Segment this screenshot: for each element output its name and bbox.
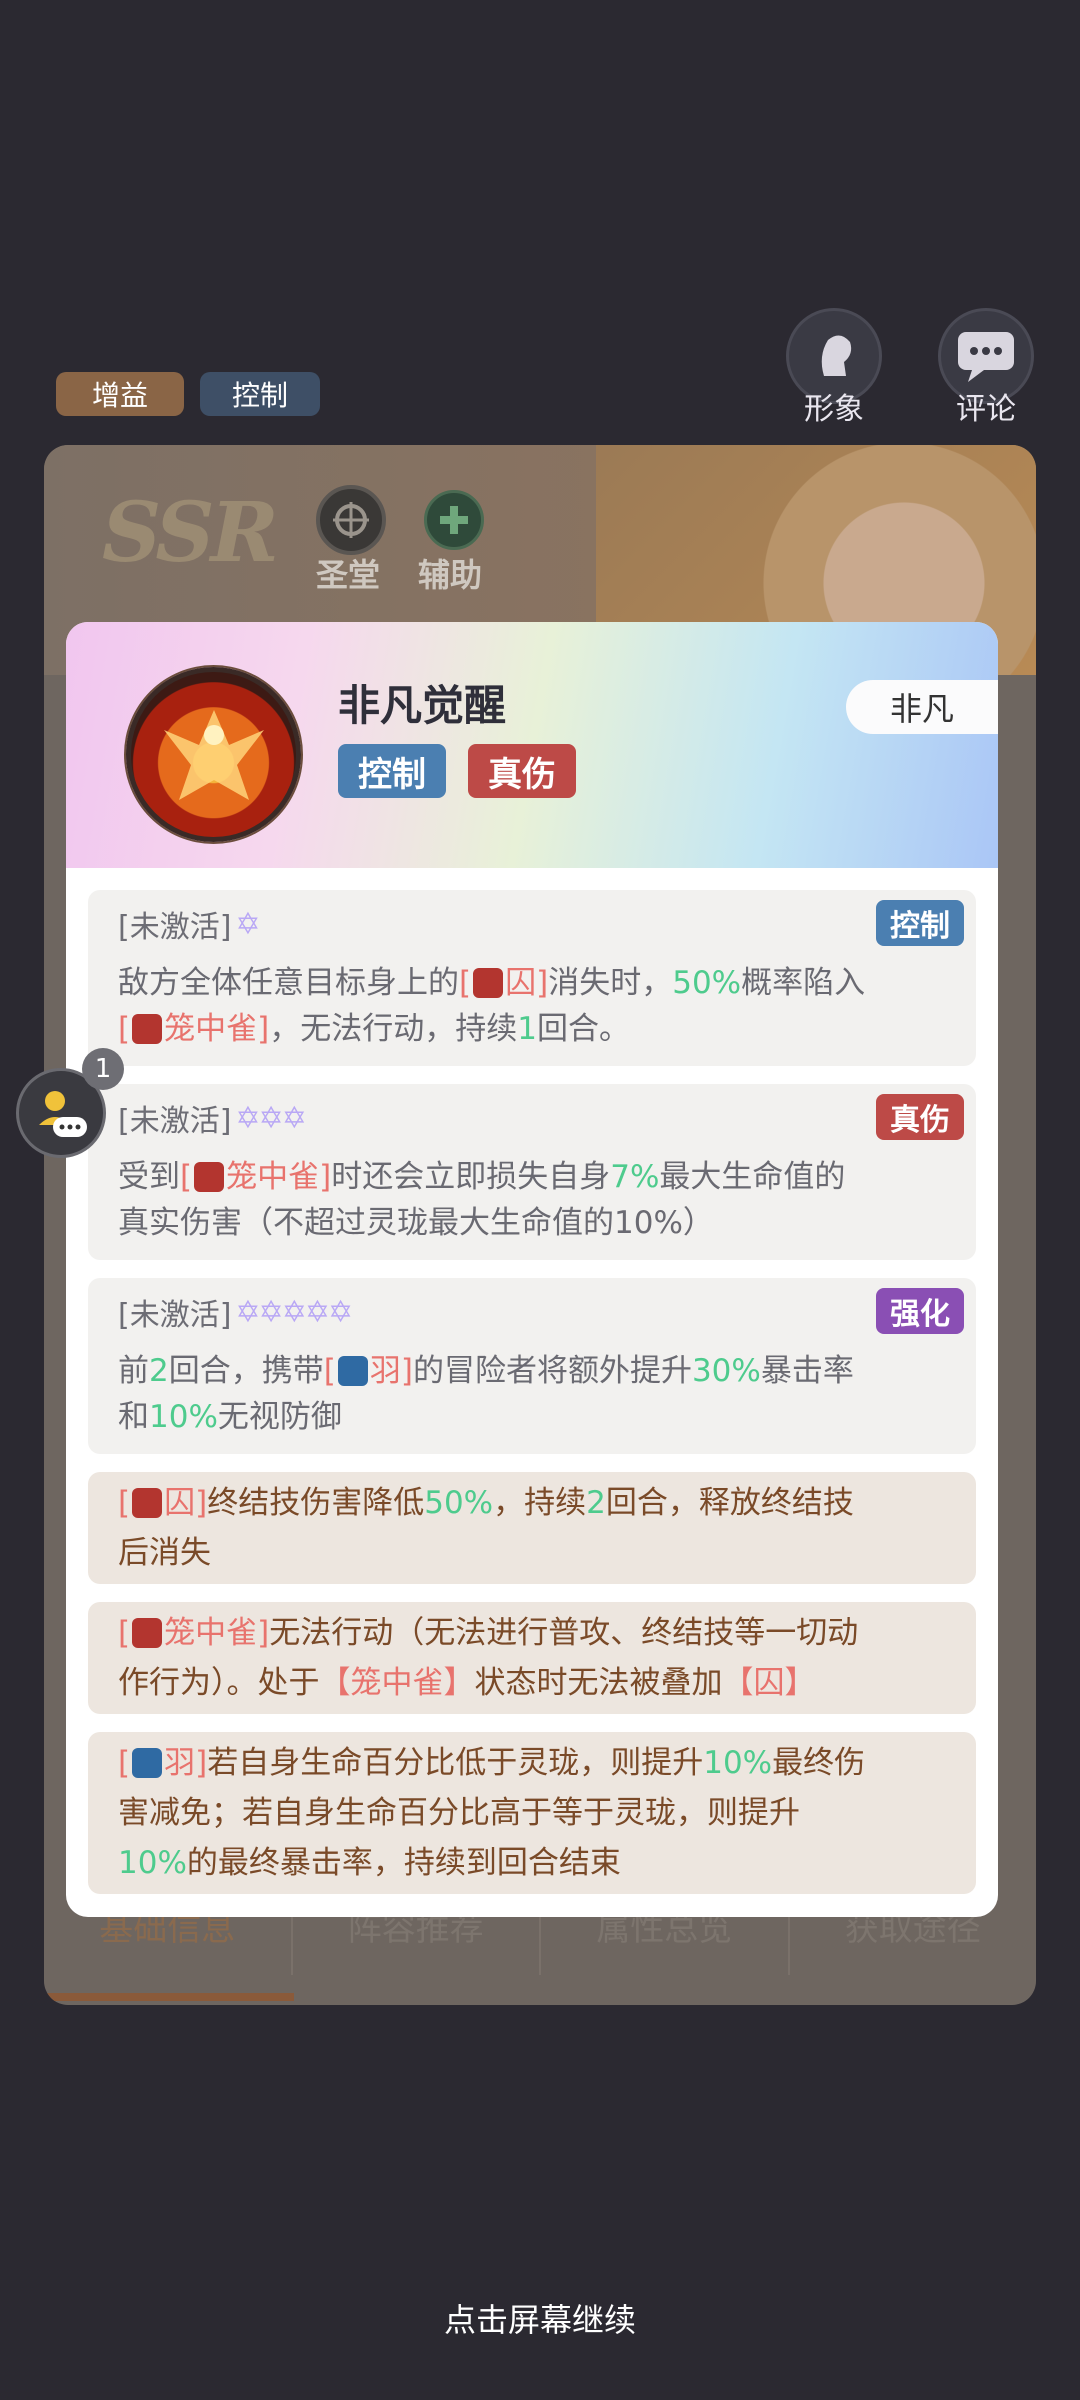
feather-icon [337, 1356, 368, 1386]
faction-label: 圣堂 [316, 556, 381, 594]
tier-tag: 真伤 [876, 1094, 964, 1140]
tier-description: 前2回合，携带[羽]的冒险者将额外提升30%暴击率 和10%无视防御 [118, 1353, 854, 1435]
role-label: 辅助 [418, 556, 483, 594]
faction-icon [316, 485, 386, 555]
comment-label: 评论 [956, 392, 1016, 427]
appearance-label: 形象 [804, 392, 864, 427]
continue-hint[interactable]: 点击屏幕继续 [0, 2295, 1080, 2341]
awakening-tier-3: [未激活] ✡✡✡✡✡ 强化 前2回合，携带[羽]的冒险者将额外提升30%暴击率… [88, 1278, 976, 1454]
rarity-logo: SSR [102, 485, 279, 581]
user-chat-icon [39, 1091, 87, 1137]
portrait-icon [821, 335, 852, 376]
note-text: [笼中雀]无法行动（无法进行普攻、终结技等一切动 作行为）。处于【笼中雀】状态时… [118, 1615, 859, 1701]
badge-true-damage: 真伤 [468, 744, 576, 798]
notification-badge: 1 [82, 1048, 124, 1090]
feather-icon [132, 1748, 163, 1778]
cage-icon [132, 1014, 163, 1044]
phoenix-icon [126, 667, 301, 842]
cage-icon [132, 1618, 163, 1648]
tier-status: [未激活] ✡ [118, 906, 261, 946]
tier-status: [未激活] ✡✡✡ [118, 1100, 307, 1140]
control-tag: 控制 [200, 372, 320, 416]
status-note-feather: [羽]若自身生命百分比低于灵珑，则提升10%最终伤 害减免；若自身生命百分比高于… [88, 1732, 976, 1894]
chat-icon [958, 332, 1014, 382]
awakening-tier-1: [未激活] ✡ 控制 敌方全体任意目标身上的[囚]消失时，50%概率陷入 [笼中… [88, 890, 976, 1066]
star-icon: ✡✡✡✡✡ [235, 1294, 353, 1330]
badge-control: 控制 [338, 744, 446, 798]
status-note-cage: [笼中雀]无法行动（无法进行普攻、终结技等一切动 作行为）。处于【笼中雀】状态时… [88, 1602, 976, 1714]
awakening-tier-2: [未激活] ✡✡✡ 真伤 受到[笼中雀]时还会立即损失自身7%最大生命值的 真实… [88, 1084, 976, 1260]
tier-description: 敌方全体任意目标身上的[囚]消失时，50%概率陷入 [笼中雀]，无法行动，持续1… [118, 965, 866, 1047]
cage-icon [194, 1162, 225, 1192]
star-icon: ✡✡✡ [235, 1100, 306, 1136]
rarity-pill: 非凡 [846, 680, 998, 734]
skill-popup[interactable]: 非凡觉醒 控制 真伤 非凡 [未激活] ✡ 控制 敌方全体任意目标身上的[囚]消… [66, 622, 998, 1917]
star-icon: ✡ [235, 906, 260, 942]
note-text: [羽]若自身生命百分比低于灵珑，则提升10%最终伤 害减免；若自身生命百分比高于… [118, 1745, 866, 1881]
tier-tag: 控制 [876, 900, 964, 946]
support-icon [424, 490, 484, 550]
active-tab-indicator [44, 1993, 294, 2001]
buff-tag: 增益 [56, 372, 184, 416]
prison-icon [473, 968, 504, 998]
tier-description: 受到[笼中雀]时还会立即损失自身7%最大生命值的 真实伤害（不超过灵珑最大生命值… [118, 1159, 846, 1241]
skill-title: 非凡觉醒 [338, 681, 507, 730]
status-note-prison: [囚]终结技伤害降低50%，持续2回合，释放终结技 后消失 [88, 1472, 976, 1584]
tier-tag: 强化 [876, 1288, 964, 1334]
prison-icon [132, 1488, 163, 1518]
tier-status: [未激活] ✡✡✡✡✡ [118, 1294, 353, 1334]
note-text: [囚]终结技伤害降低50%，持续2回合，释放终结技 后消失 [118, 1485, 854, 1571]
